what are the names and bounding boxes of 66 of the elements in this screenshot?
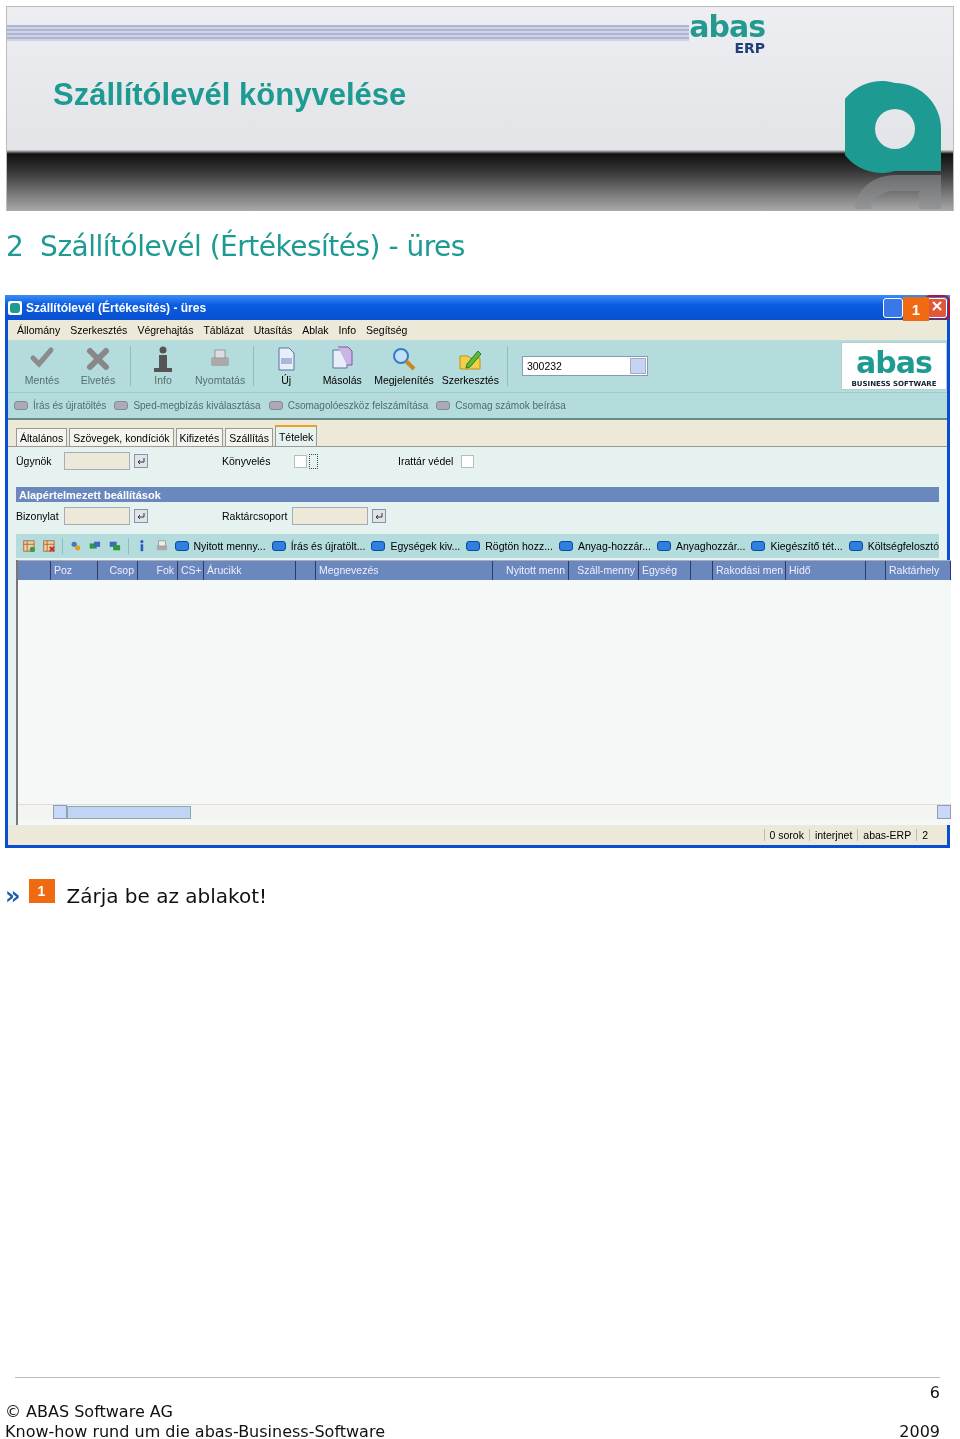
step-badge: 1 <box>28 879 55 903</box>
grid-action-button[interactable]: Nyitott menny... <box>174 540 266 552</box>
field-label: Irattár védel <box>398 455 454 467</box>
tab[interactable]: Kifizetés <box>175 428 224 446</box>
bullet-marker: » <box>5 882 21 910</box>
slide-title: Szállítólevél könyvelése <box>53 77 408 113</box>
app-icon <box>8 300 22 315</box>
year-text: 2009 <box>899 1422 940 1439</box>
menu-item[interactable]: Szerkesztés <box>65 324 133 336</box>
toolbar-icon <box>329 346 356 372</box>
grid-action-button[interactable]: Anyag-hozzár... <box>558 540 651 552</box>
menu-item[interactable]: Táblázat <box>198 324 249 336</box>
grid-tool-icon[interactable] <box>41 538 56 554</box>
toolbar-button[interactable]: Új <box>258 346 315 386</box>
toolbar-icon <box>390 346 417 372</box>
status-text: 2 <box>916 829 933 841</box>
toolbar-button[interactable]: Másolás <box>314 346 371 386</box>
record-number-field[interactable]: 300232 <box>521 356 648 376</box>
section-header: Alapértelmezett beállítások <box>16 487 939 502</box>
grid-action-button[interactable]: Egységek kiv... <box>371 540 461 552</box>
checkbox[interactable] <box>294 454 307 468</box>
status-text: interjnet <box>808 829 858 841</box>
horizontal-scrollbar[interactable] <box>18 804 951 819</box>
menu-item[interactable]: Segítség <box>361 324 413 336</box>
section-heading: 2 Szállítólevél (Értékesítés) - üres <box>6 230 466 263</box>
toolbar-icon <box>85 346 111 372</box>
toolbar-button[interactable]: Szerkesztés <box>437 346 503 386</box>
checkbox[interactable] <box>461 454 475 468</box>
footer-tagline: Know-how rund um die abas-Business-Software <box>5 1422 385 1439</box>
field-label: Könyvelés <box>222 455 272 467</box>
field-label: Bizonylat <box>16 510 60 522</box>
callout-badge: 1 <box>903 297 929 321</box>
grid-action-button[interactable]: Anyaghozzár... <box>656 540 746 552</box>
instruction-text: Zárja be az ablakot! <box>66 884 268 908</box>
grid-action-button[interactable]: Kiegészítő tét... <box>751 540 843 552</box>
lookup-icon[interactable] <box>134 454 148 468</box>
toolbar-button[interactable]: Megjelenítés <box>370 346 438 386</box>
tab[interactable]: Szövegek, kondíciók <box>69 428 174 446</box>
copyright-text: © ABAS Software AG <box>5 1402 173 1422</box>
tab[interactable]: Általános <box>16 428 68 446</box>
input-field[interactable] <box>64 507 130 525</box>
tab[interactable]: Tételek <box>274 425 318 446</box>
grid-action-button[interactable]: Költségfelosztó <box>848 540 939 552</box>
input-field[interactable] <box>64 452 130 470</box>
close-icon <box>931 300 943 312</box>
grid-tool-icon[interactable] <box>22 538 36 554</box>
grid-action-button[interactable]: Írás és újratölt... <box>271 540 366 552</box>
menu-item[interactable]: Ablak <box>297 324 334 336</box>
field-label: Ügynök <box>16 455 53 467</box>
close-button[interactable] <box>927 297 947 318</box>
menu-item[interactable]: Végrehajtás <box>132 324 199 336</box>
field-label: Raktárcsoport <box>222 510 289 522</box>
menu-item[interactable]: Utasítás <box>248 324 298 336</box>
status-text: 0 sorok <box>763 829 809 841</box>
menu-item[interactable]: Állomány <box>12 324 66 336</box>
input-field[interactable] <box>292 507 368 525</box>
status-text: abas-ERP <box>857 829 917 841</box>
page-number: 6 <box>929 1383 940 1402</box>
tab[interactable]: Szállítás <box>225 428 273 446</box>
menu-item[interactable]: Info <box>333 324 361 336</box>
grid-action-button[interactable]: Rögtön hozz... <box>466 540 553 552</box>
logo-text: abas <box>856 344 932 380</box>
lookup-icon[interactable] <box>134 509 148 523</box>
window-title: Szállítólevél (Értékesítés) - üres <box>26 300 208 315</box>
lookup-icon[interactable] <box>372 509 386 523</box>
minimize-button[interactable] <box>883 297 903 318</box>
